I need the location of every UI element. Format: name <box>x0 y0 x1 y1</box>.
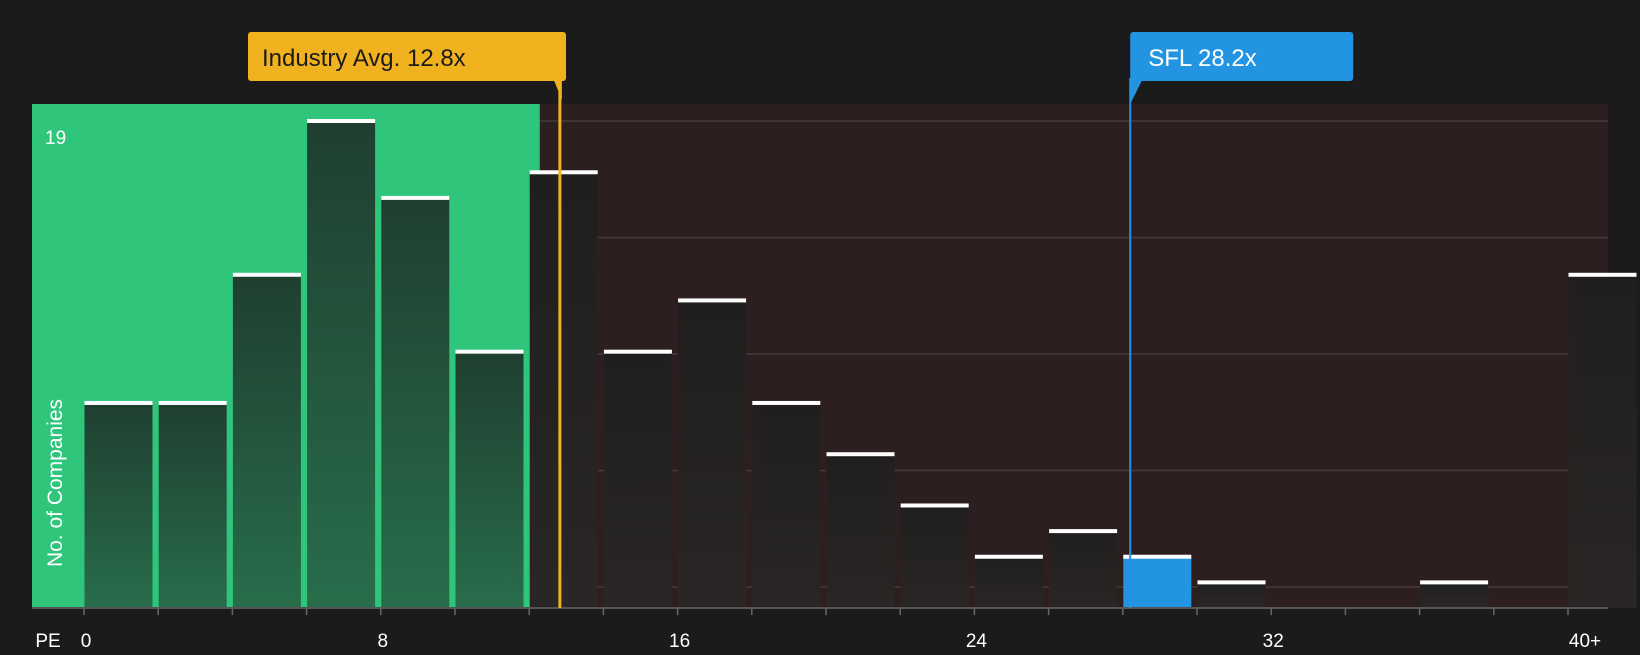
histogram-bar-top <box>84 400 153 405</box>
histogram-bar <box>307 121 376 608</box>
histogram-bar <box>603 351 672 608</box>
histogram-bar-top <box>529 170 598 175</box>
histogram-bar-top <box>603 349 672 354</box>
histogram-bar <box>1197 582 1266 608</box>
histogram-bar <box>1049 531 1118 608</box>
histogram-bar-top <box>1568 272 1637 277</box>
industry-avg-label: Industry Avg. 12.8x <box>262 45 466 72</box>
histogram-bar-top <box>678 298 747 303</box>
histogram-bar <box>1123 556 1192 608</box>
histogram-bar <box>1568 274 1637 608</box>
histogram-bar-top <box>974 554 1043 559</box>
x-tick-label: 0 <box>81 631 92 650</box>
company-flag-pointer <box>1130 80 1143 104</box>
chart-svg: 0 8 16 24 32 40+ Industry Avg. 12.8x SFL 28.2x… <box>32 32 1637 652</box>
histogram-bar <box>678 300 747 608</box>
histogram-bar-top <box>455 349 524 354</box>
x-tick-label: 40+ <box>1569 631 1601 650</box>
histogram-bar <box>529 172 598 608</box>
histogram-bar <box>974 556 1043 608</box>
histogram-bar <box>84 402 153 608</box>
x-tick-label: 16 <box>669 631 690 650</box>
histogram-bar <box>1420 582 1489 608</box>
x-tick-label: 8 <box>378 631 389 650</box>
histogram-bar-top <box>307 119 376 123</box>
histogram-bar-top <box>232 272 301 277</box>
y-max-label: 19 <box>45 128 66 149</box>
histogram-bar-top <box>900 503 969 508</box>
pe-distribution-chart: 0 8 16 24 32 40+ Industry Avg. 12.8x SFL 28.2x… <box>0 0 1640 652</box>
x-axis-label: PE <box>35 631 60 650</box>
histogram-bar <box>900 505 969 608</box>
x-tick-label: 32 <box>1263 631 1284 650</box>
histogram-bar-top <box>1049 529 1118 534</box>
histogram-bar <box>381 197 450 609</box>
histogram-bar <box>826 454 895 608</box>
company-label: SFL 28.2x <box>1148 45 1257 72</box>
histogram-bar <box>232 274 301 608</box>
histogram-bar-top <box>381 195 450 200</box>
histogram-bar <box>752 402 821 608</box>
histogram-bar-top <box>1197 580 1266 585</box>
x-tick-label: 24 <box>966 631 988 650</box>
histogram-bar-top <box>1123 554 1192 559</box>
y-axis-label: No. of Companies <box>44 399 67 567</box>
histogram-bar <box>158 402 227 608</box>
axis-layer: 0 8 16 24 32 40+ <box>32 607 1608 652</box>
histogram-bar-top <box>158 400 227 405</box>
histogram-bar-top <box>1420 580 1489 585</box>
histogram-bar-top <box>826 452 895 457</box>
histogram-bar <box>455 351 524 608</box>
histogram-bar-top <box>752 400 821 405</box>
